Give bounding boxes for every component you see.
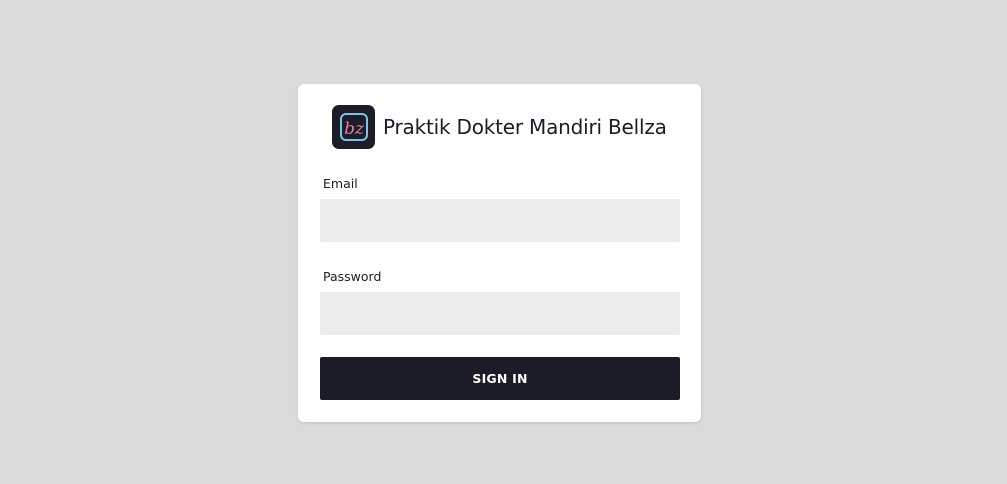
email-field[interactable]	[320, 199, 680, 242]
password-field[interactable]	[320, 292, 680, 335]
email-label: Email	[323, 176, 358, 191]
bz-monogram-logo-icon: bz	[332, 105, 375, 149]
login-card: bz Praktik Dokter Mandiri Bellza Email P…	[298, 84, 701, 422]
brand-header: bz Praktik Dokter Mandiri Bellza	[332, 105, 667, 149]
logo-monogram-text: bz	[344, 119, 365, 139]
page-title: Praktik Dokter Mandiri Bellza	[383, 115, 667, 139]
sign-in-button[interactable]: SIGN IN	[320, 357, 680, 400]
password-label: Password	[323, 269, 382, 284]
